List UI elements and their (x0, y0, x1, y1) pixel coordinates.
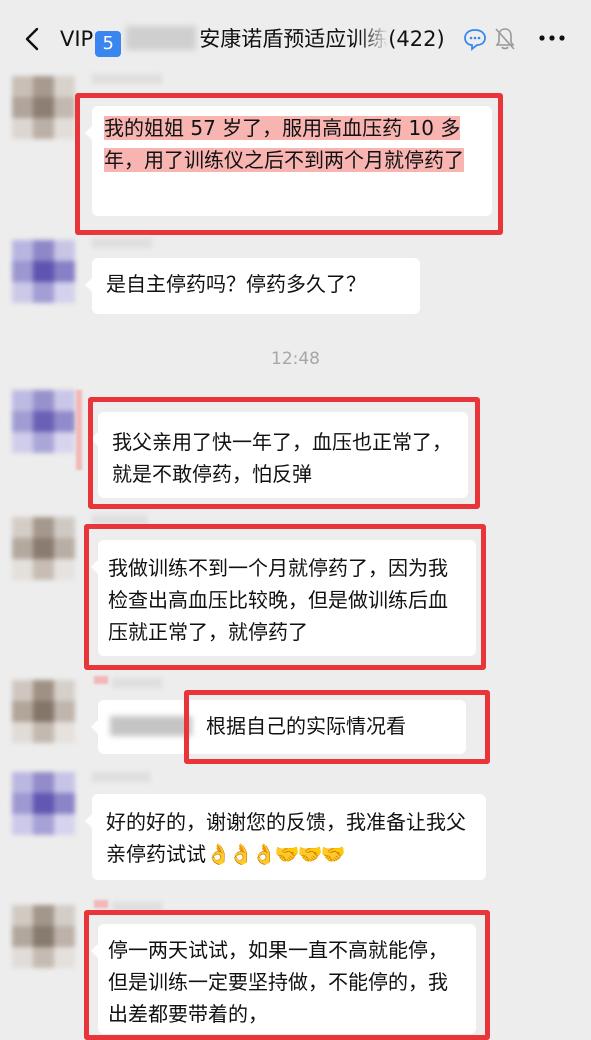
blurred-mention (110, 716, 192, 736)
sender-name (92, 772, 150, 782)
vip-label: VIP (60, 27, 94, 51)
avatar[interactable] (12, 517, 76, 581)
red-mark (94, 900, 108, 908)
chat-bubble-icon[interactable] (462, 26, 488, 52)
sender-name (112, 678, 162, 688)
message-bubble[interactable]: 我父亲用了快一年了，血压也正常了，就是不敢停药，怕反弹 (91, 412, 468, 498)
member-count: (422) (388, 27, 445, 51)
red-mark (94, 676, 108, 684)
message-bubble[interactable]: 好的好的，谢谢您的反馈，我准备让我父亲停药试试👌👌👌🤝🤝🤝 (85, 794, 486, 880)
message-bubble[interactable]: 根据自己的实际情况看 (91, 700, 466, 754)
message-bubble[interactable]: 停一两天试试，如果一直不高就能停，但是训练一定要坚持做，不能停的，我出差都要带着… (91, 924, 476, 1034)
group-name: 安康诺盾预适应训练 (199, 27, 389, 51)
message-text: 我的姐姐 57 岁了，服用高血压药 10 多年，用了训练仪之后不到两个月就停药了 (104, 116, 464, 172)
avatar[interactable] (12, 76, 76, 140)
message-bubble[interactable]: 是自主停药吗？停药多久了？ (85, 258, 420, 314)
red-mark (76, 390, 82, 470)
message-bubble[interactable]: 我的姐姐 57 岁了，服用高血压药 10 多年，用了训练仪之后不到两个月就停药了 (85, 106, 492, 216)
message-text: 我父亲用了快一年了，血压也正常了，就是不敢停药，怕反弹 (112, 430, 452, 486)
chevron-left-icon[interactable] (20, 26, 46, 52)
message-text: 根据自己的实际情况看 (206, 714, 406, 738)
timestamp: 12:48 (271, 349, 320, 369)
sender-name (92, 238, 152, 248)
sender-name (112, 902, 162, 912)
message-bubble[interactable]: 我做训练不到一个月就停药了，因为我检查出高血压比较晚，但是做训练后血压就正常了，… (91, 540, 476, 656)
more-icon[interactable] (537, 25, 567, 51)
sender-name (92, 74, 162, 84)
blurred-name (126, 26, 197, 50)
message-text: 是自主停药吗？停药多久了？ (106, 272, 366, 296)
avatar[interactable] (12, 240, 76, 304)
vip-level-badge: 5 (95, 31, 122, 57)
avatar[interactable] (12, 772, 76, 836)
avatar[interactable] (12, 680, 76, 744)
message-text: 我做训练不到一个月就停药了，因为我检查出高血压比较晚，但是做训练后血压就正常了，… (108, 556, 448, 644)
message-text: 停一两天试试，如果一直不高就能停，但是训练一定要坚持做，不能停的，我出差都要带着… (108, 938, 448, 1026)
avatar[interactable] (12, 905, 76, 969)
chat-title[interactable]: VIP 5 安康诺盾预适应训练(422) (60, 24, 445, 57)
chat-header: VIP 5 安康诺盾预适应训练(422) (0, 0, 591, 78)
sender-name (92, 515, 147, 525)
avatar[interactable] (12, 390, 76, 454)
emoji-reactions: 👌👌👌🤝🤝🤝 (206, 842, 345, 866)
bell-off-icon[interactable] (494, 26, 516, 52)
